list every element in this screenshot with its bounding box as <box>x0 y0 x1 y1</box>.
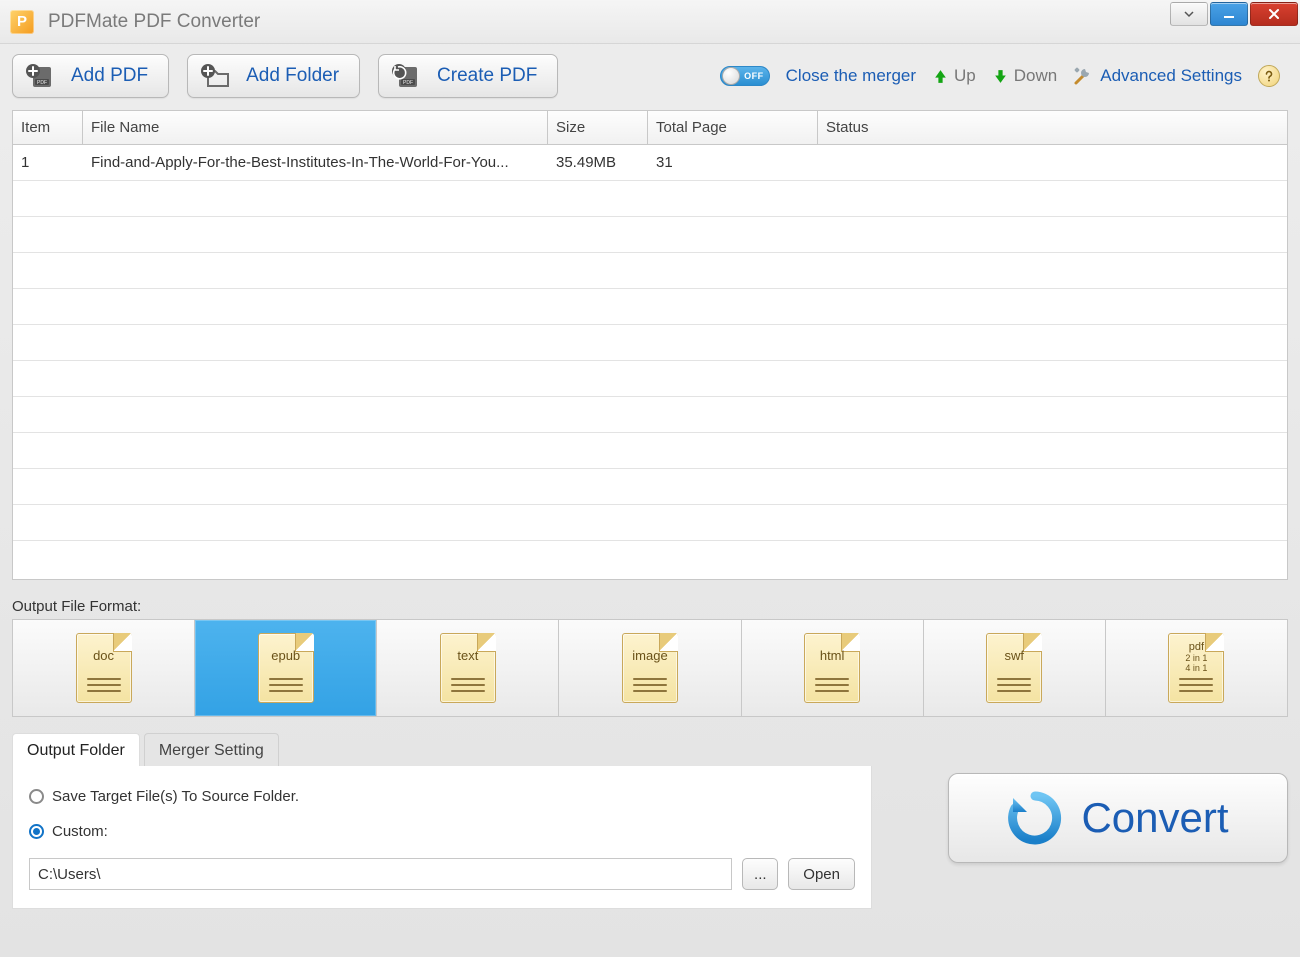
grid-header-status[interactable]: Status <box>818 111 1287 144</box>
radio-custom-label: Custom: <box>52 823 108 840</box>
grid-empty-row <box>13 325 1287 361</box>
help-icon <box>1263 70 1275 82</box>
epub-file-icon: epub <box>258 633 314 703</box>
format-option-html[interactable]: html <box>742 620 924 716</box>
text-file-icon: text <box>440 633 496 703</box>
app-title: PDFMate PDF Converter <box>48 11 260 33</box>
close-button[interactable] <box>1250 2 1298 26</box>
grid-empty-row <box>13 469 1287 505</box>
file-grid: Item File Name Size Total Page Status 1 … <box>12 110 1288 580</box>
grid-empty-row <box>13 289 1287 325</box>
move-up-button[interactable]: Up <box>932 66 976 86</box>
convert-icon <box>1007 790 1063 846</box>
create-pdf-icon: PDF <box>391 62 423 90</box>
merger-toggle-label: Close the merger <box>786 66 916 86</box>
output-panel: Output Folder Merger Setting Save Target… <box>12 733 872 909</box>
format-option-swf[interactable]: swf <box>924 620 1106 716</box>
convert-button[interactable]: Convert <box>948 773 1288 863</box>
open-folder-button[interactable]: Open <box>788 858 855 890</box>
grid-empty-row <box>13 397 1287 433</box>
titlebar: P PDFMate PDF Converter <box>0 0 1300 44</box>
format-option-doc[interactable]: doc <box>13 620 195 716</box>
grid-empty-row <box>13 181 1287 217</box>
window-controls <box>1168 0 1300 43</box>
radio-custom-row[interactable]: Custom: <box>29 823 855 840</box>
tab-output-folder[interactable]: Output Folder <box>12 733 140 766</box>
add-folder-button[interactable]: Add Folder <box>187 54 360 98</box>
cell-item: 1 <box>13 145 83 180</box>
minimize-button[interactable] <box>1210 2 1248 26</box>
radio-custom[interactable] <box>29 824 44 839</box>
advanced-settings-button[interactable]: Advanced Settings <box>1073 66 1242 86</box>
arrow-down-icon <box>992 68 1009 85</box>
convert-area: Convert <box>902 733 1288 863</box>
add-folder-label: Add Folder <box>246 65 339 87</box>
radio-source-label: Save Target File(s) To Source Folder. <box>52 788 299 805</box>
merger-toggle-state: OFF <box>744 71 764 81</box>
move-down-label: Down <box>1014 66 1057 86</box>
arrow-up-icon <box>932 68 949 85</box>
cell-status <box>818 145 1287 180</box>
grid-empty-row <box>13 505 1287 541</box>
advanced-settings-label: Advanced Settings <box>1100 66 1242 86</box>
radio-source-row[interactable]: Save Target File(s) To Source Folder. <box>29 788 855 805</box>
format-option-pdf[interactable]: pdf 2 in 1 4 in 1 <box>1106 620 1287 716</box>
svg-text:PDF: PDF <box>37 80 47 86</box>
merger-toggle[interactable]: OFF <box>720 66 770 86</box>
svg-text:PDF: PDF <box>403 80 413 86</box>
main-toolbar: PDF Add PDF Add Folder PDF <box>0 44 1300 110</box>
format-option-text[interactable]: text <box>377 620 559 716</box>
create-pdf-label: Create PDF <box>437 65 537 87</box>
add-pdf-icon: PDF <box>25 62 57 90</box>
swf-file-icon: swf <box>986 633 1042 703</box>
add-pdf-label: Add PDF <box>71 65 148 87</box>
doc-file-icon: doc <box>76 633 132 703</box>
grid-header-row: Item File Name Size Total Page Status <box>13 111 1287 145</box>
help-button[interactable] <box>1258 65 1280 87</box>
browse-button[interactable]: ... <box>742 858 778 890</box>
grid-empty-row <box>13 217 1287 253</box>
grid-empty-row <box>13 253 1287 289</box>
output-format-section: Output File Format: doc epub text image <box>0 580 1300 717</box>
toggle-knob-icon <box>722 67 740 85</box>
grid-header-page[interactable]: Total Page <box>648 111 818 144</box>
cell-file: Find-and-Apply-For-the-Best-Institutes-I… <box>83 145 548 180</box>
output-tabs: Output Folder Merger Setting <box>12 733 872 766</box>
grid-header-file[interactable]: File Name <box>83 111 548 144</box>
add-folder-icon <box>200 62 232 90</box>
radio-source[interactable] <box>29 789 44 804</box>
html-file-icon: html <box>804 633 860 703</box>
add-pdf-button[interactable]: PDF Add PDF <box>12 54 169 98</box>
app-logo-icon: P <box>10 10 34 34</box>
pdf-file-icon: pdf 2 in 1 4 in 1 <box>1168 633 1224 703</box>
dropdown-window-button[interactable] <box>1170 2 1208 26</box>
grid-empty-row <box>13 433 1287 469</box>
move-down-button[interactable]: Down <box>992 66 1057 86</box>
grid-body[interactable]: 1 Find-and-Apply-For-the-Best-Institutes… <box>13 145 1287 579</box>
image-file-icon: image <box>622 633 678 703</box>
create-pdf-button[interactable]: PDF Create PDF <box>378 54 558 98</box>
format-option-image[interactable]: image <box>559 620 741 716</box>
output-format-label: Output File Format: <box>12 598 1288 615</box>
grid-header-item[interactable]: Item <box>13 111 83 144</box>
move-up-label: Up <box>954 66 976 86</box>
grid-empty-row <box>13 361 1287 397</box>
cell-size: 35.49MB <box>548 145 648 180</box>
tab-output-folder-body: Save Target File(s) To Source Folder. Cu… <box>12 766 872 909</box>
grid-row[interactable]: 1 Find-and-Apply-For-the-Best-Institutes… <box>13 145 1287 181</box>
output-path-input[interactable] <box>29 858 732 890</box>
format-bar: doc epub text image html <box>12 619 1288 717</box>
tools-icon <box>1073 66 1093 86</box>
grid-header-size[interactable]: Size <box>548 111 648 144</box>
tab-merger-setting[interactable]: Merger Setting <box>144 733 279 766</box>
cell-page: 31 <box>648 145 818 180</box>
bottom-area: Output Folder Merger Setting Save Target… <box>0 717 1300 909</box>
format-option-epub[interactable]: epub <box>195 620 377 716</box>
convert-label: Convert <box>1081 794 1228 842</box>
